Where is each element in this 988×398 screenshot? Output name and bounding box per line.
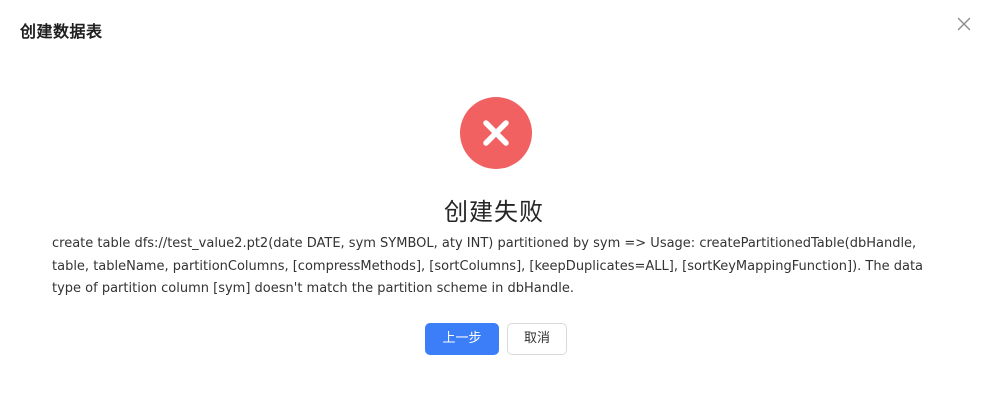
- error-message: create table dfs://test_value2.pt2(date …: [52, 236, 924, 296]
- create-table-dialog: 创建数据表 创建失败 create table dfs://test_value…: [0, 0, 988, 398]
- result-title: 创建失败: [444, 198, 544, 226]
- dialog-title: 创建数据表: [20, 22, 103, 41]
- error-x-icon: [460, 97, 532, 169]
- cancel-button[interactable]: 取消: [507, 323, 567, 355]
- previous-step-button[interactable]: 上一步: [425, 323, 499, 355]
- close-icon[interactable]: [954, 14, 974, 34]
